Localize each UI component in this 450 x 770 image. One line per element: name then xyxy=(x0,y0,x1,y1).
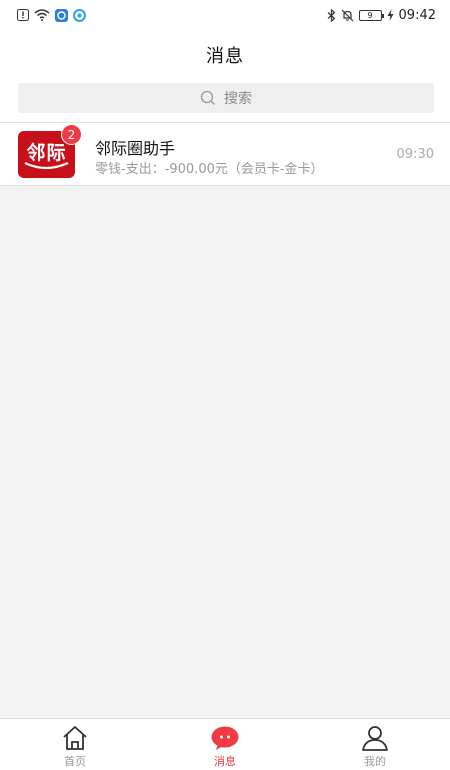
search-placeholder: 搜索 xyxy=(224,91,252,107)
status-bar: 9 09:42 xyxy=(0,0,450,30)
charging-icon xyxy=(387,9,394,21)
app-notification-icon xyxy=(55,8,68,22)
page-title: 消息 xyxy=(206,46,244,67)
tab-home[interactable]: 首页 xyxy=(0,719,150,770)
screen: 9 09:42 消息 搜索 邻际 2 邻际圈助手 零钱-支出：-900.00元（… xyxy=(0,0,450,770)
unread-badge: 2 xyxy=(61,124,82,145)
tab-messages[interactable]: 消息 xyxy=(150,719,300,770)
status-right: 9 09:42 xyxy=(327,8,436,23)
tab-profile-label: 我的 xyxy=(364,755,386,768)
home-icon xyxy=(61,724,89,752)
header: 消息 搜索 xyxy=(0,30,450,122)
message-preview: 零钱-支出：-900.00元（会员卡-金卡） xyxy=(95,162,324,177)
wifi-icon xyxy=(34,9,50,21)
tab-home-label: 首页 xyxy=(64,755,86,768)
mute-bell-icon xyxy=(341,9,354,22)
battery-indicator: 9 xyxy=(358,9,384,21)
chat-bubble-icon xyxy=(210,724,240,752)
profile-icon xyxy=(361,724,389,752)
status-time: 09:42 xyxy=(398,7,436,23)
avatar-swoosh-icon xyxy=(24,161,69,170)
message-list: 邻际 2 邻际圈助手 零钱-支出：-900.00元（会员卡-金卡） 09:30 xyxy=(0,122,450,186)
tab-profile[interactable]: 我的 xyxy=(300,719,450,770)
message-title: 邻际圈助手 xyxy=(95,139,176,158)
browser-icon xyxy=(73,8,86,22)
search-icon xyxy=(200,90,216,106)
bottom-tab-bar: 首页 消息 我的 xyxy=(0,718,450,770)
bluetooth-icon xyxy=(327,8,336,22)
tab-messages-label: 消息 xyxy=(214,755,236,768)
alert-icon xyxy=(17,9,29,21)
search-bar[interactable]: 搜索 xyxy=(18,83,434,113)
status-left xyxy=(17,8,86,22)
message-item[interactable]: 邻际 2 邻际圈助手 零钱-支出：-900.00元（会员卡-金卡） 09:30 xyxy=(0,123,450,185)
message-time: 09:30 xyxy=(396,147,434,162)
